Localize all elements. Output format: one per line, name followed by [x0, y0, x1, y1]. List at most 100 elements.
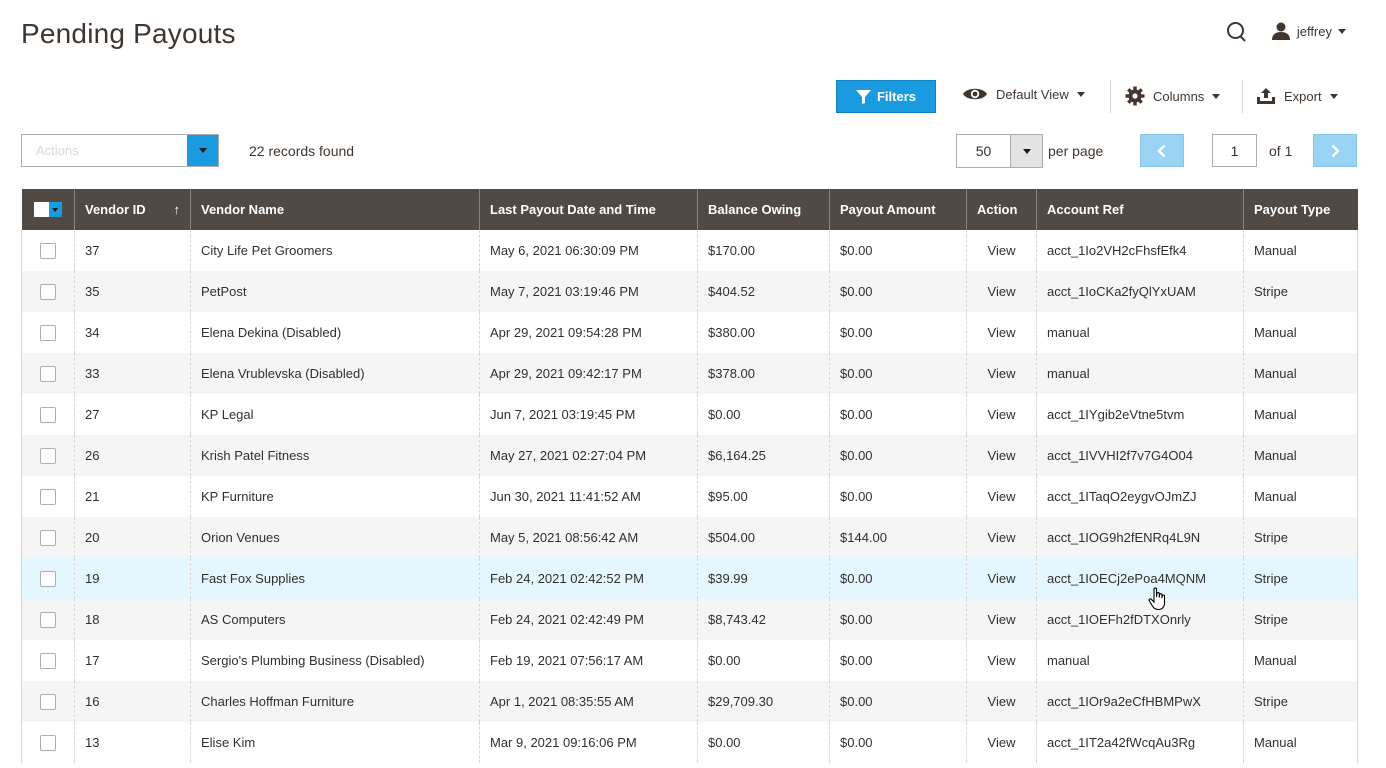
chevron-down-icon — [198, 148, 207, 153]
cell-balance-owing: $170.00 — [697, 230, 830, 271]
select-all-checkbox[interactable] — [33, 202, 49, 217]
row-checkbox[interactable] — [40, 652, 56, 669]
search-icon[interactable] — [1225, 20, 1247, 42]
cell-vendor-id: 16 — [74, 681, 191, 722]
cell-payout-amount: $0.00 — [829, 312, 967, 353]
cell-vendor-name: Krish Patel Fitness — [190, 435, 480, 476]
column-header-balance-owing[interactable]: Balance Owing — [697, 189, 830, 230]
actions-select[interactable]: Actions — [21, 134, 219, 167]
per-page-value[interactable]: 50 — [957, 135, 1010, 167]
cell-payout-amount: $0.00 — [829, 271, 967, 312]
export-dropdown[interactable]: Export — [1256, 86, 1338, 106]
columns-dropdown[interactable]: Columns — [1125, 86, 1221, 106]
next-page-button[interactable] — [1313, 134, 1357, 167]
filter-icon — [855, 89, 871, 104]
row-checkbox[interactable] — [40, 611, 56, 628]
column-header-vendor-name[interactable]: Vendor Name — [190, 189, 480, 230]
table-header-row: Vendor ID ↑ Vendor Name Last Payout Date … — [21, 189, 1358, 230]
cell-last-payout: Jun 7, 2021 03:19:45 PM — [479, 394, 698, 435]
table-row[interactable]: 26 Krish Patel Fitness May 27, 2021 02:27:… — [21, 435, 1358, 476]
table-row[interactable]: 13 Elise Kim Mar 9, 2021 09:16:06 PM $0.00 $… — [21, 722, 1358, 763]
row-checkbox[interactable] — [40, 693, 56, 710]
mass-select[interactable] — [32, 202, 65, 217]
view-link[interactable]: View — [966, 271, 1037, 312]
table-row[interactable]: 34 Elena Dekina (Disabled) Apr 29, 2021 09… — [21, 312, 1358, 353]
chevron-down-icon — [1212, 93, 1221, 99]
table-row[interactable]: 16 Charles Hoffman Furniture Apr 1, 2021 0… — [21, 681, 1358, 722]
per-page-toggle[interactable] — [1010, 135, 1042, 167]
filters-button[interactable]: Filters — [836, 80, 936, 113]
table-row[interactable]: 21 KP Furniture Jun 30, 2021 11:41:52 AM $9… — [21, 476, 1358, 517]
actions-dropdown-toggle[interactable] — [187, 135, 218, 166]
cell-balance-owing: $0.00 — [697, 722, 830, 763]
view-dropdown[interactable]: Default View — [962, 86, 1085, 102]
per-page-select[interactable]: 50 — [956, 134, 1043, 168]
view-link[interactable]: View — [966, 230, 1037, 271]
row-checkbox[interactable] — [40, 570, 56, 587]
cell-balance-owing: $380.00 — [697, 312, 830, 353]
mass-select-toggle[interactable] — [48, 202, 62, 217]
cell-account-ref: acct_1IT2a42fWcqAu3Rg — [1036, 722, 1244, 763]
cell-vendor-name: KP Legal — [190, 394, 480, 435]
header-actions: jeffrey — [1225, 20, 1346, 42]
row-checkbox[interactable] — [40, 447, 56, 464]
row-checkbox[interactable] — [40, 283, 56, 300]
user-menu[interactable]: jeffrey — [1271, 21, 1346, 41]
view-link[interactable]: View — [966, 394, 1037, 435]
cell-vendor-id: 34 — [74, 312, 191, 353]
cell-vendor-name: Elena Vrublevska (Disabled) — [190, 353, 480, 394]
cell-balance-owing: $404.52 — [697, 271, 830, 312]
cell-payout-amount: $144.00 — [829, 517, 967, 558]
view-link[interactable]: View — [966, 353, 1037, 394]
cell-payout-type: Manual — [1243, 435, 1358, 476]
user-icon — [1271, 22, 1290, 40]
row-checkbox[interactable] — [40, 529, 56, 546]
table-row[interactable]: 27 KP Legal Jun 7, 2021 03:19:45 PM $0.00 $0… — [21, 394, 1358, 435]
view-link[interactable]: View — [966, 681, 1037, 722]
cell-last-payout: Feb 24, 2021 02:42:52 PM — [479, 558, 698, 599]
view-link[interactable]: View — [966, 435, 1037, 476]
view-link[interactable]: View — [966, 558, 1037, 599]
cell-payout-amount: $0.00 — [829, 353, 967, 394]
cell-payout-amount: $0.00 — [829, 230, 967, 271]
column-header-last-payout[interactable]: Last Payout Date and Time — [479, 189, 698, 230]
view-link[interactable]: View — [966, 312, 1037, 353]
cell-balance-owing: $6,164.25 — [697, 435, 830, 476]
cell-account-ref: acct_1IOG9h2fENRq4L9N — [1036, 517, 1244, 558]
view-link[interactable]: View — [966, 476, 1037, 517]
row-checkbox[interactable] — [40, 365, 56, 382]
row-checkbox[interactable] — [40, 488, 56, 505]
previous-page-button[interactable] — [1140, 134, 1184, 167]
page-number-input[interactable] — [1212, 134, 1257, 167]
cell-vendor-name: Charles Hoffman Furniture — [190, 681, 480, 722]
view-link[interactable]: View — [966, 517, 1037, 558]
cell-payout-type: Stripe — [1243, 599, 1358, 640]
row-select-cell — [21, 271, 75, 312]
cell-payout-amount: $0.00 — [829, 722, 967, 763]
view-link[interactable]: View — [966, 599, 1037, 640]
page-total: of 1 — [1269, 143, 1293, 159]
table-row[interactable]: 35 PetPost May 7, 2021 03:19:46 PM $404.52 $… — [21, 271, 1358, 312]
table-row[interactable]: 20 Orion Venues May 5, 2021 08:56:42 AM $50… — [21, 517, 1358, 558]
row-checkbox[interactable] — [40, 406, 56, 423]
column-header-account-ref[interactable]: Account Ref — [1036, 189, 1244, 230]
column-header-payout-type[interactable]: Payout Type — [1243, 189, 1358, 230]
cell-last-payout: May 5, 2021 08:56:42 AM — [479, 517, 698, 558]
cell-vendor-name: KP Furniture — [190, 476, 480, 517]
table-row[interactable]: 37 City Life Pet Groomers May 6, 2021 06:3… — [21, 230, 1358, 271]
table-row[interactable]: 17 Sergio's Plumbing Business (Disabled) F… — [21, 640, 1358, 681]
view-link[interactable]: View — [966, 722, 1037, 763]
row-checkbox[interactable] — [40, 324, 56, 341]
row-checkbox[interactable] — [40, 734, 56, 751]
column-header-payout-amount[interactable]: Payout Amount — [829, 189, 967, 230]
view-link[interactable]: View — [966, 640, 1037, 681]
cell-payout-amount: $0.00 — [829, 558, 967, 599]
column-header-vendor-id[interactable]: Vendor ID ↑ — [74, 189, 191, 230]
chevron-down-icon — [1329, 93, 1338, 99]
row-checkbox[interactable] — [40, 242, 56, 259]
user-name: jeffrey — [1296, 23, 1332, 39]
cell-account-ref: manual — [1036, 640, 1244, 681]
table-row[interactable]: 33 Elena Vrublevska (Disabled) Apr 29, 202… — [21, 353, 1358, 394]
cell-vendor-id: 35 — [74, 271, 191, 312]
cell-vendor-name: AS Computers — [190, 599, 480, 640]
